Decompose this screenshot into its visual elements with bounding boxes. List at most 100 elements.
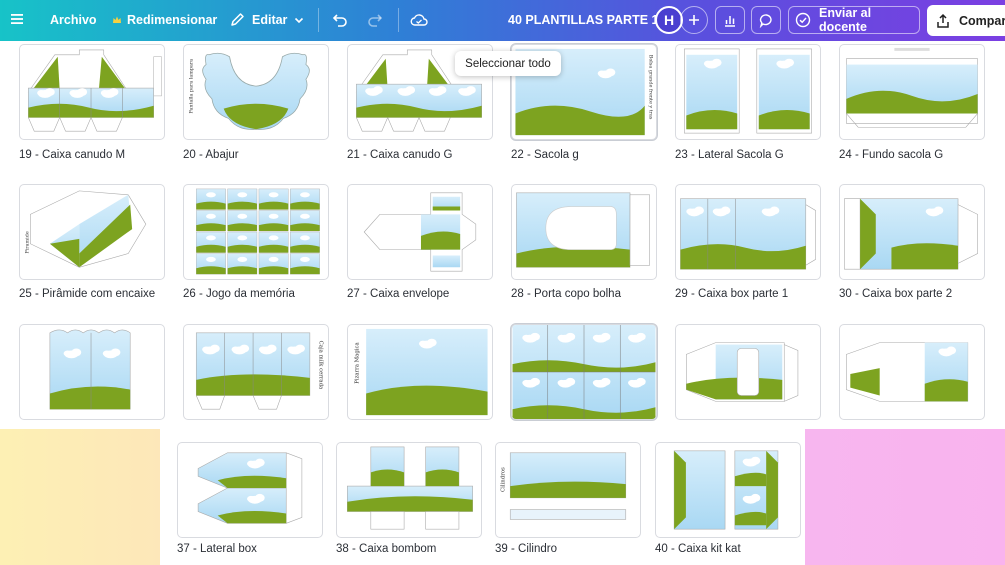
comments-button[interactable] [751,6,781,34]
box-preview [846,342,969,402]
memory-card-grass [196,266,226,275]
thumb-text: Cilindros [500,467,506,492]
kitkat-box-preview [673,450,779,530]
cloud-icon [206,192,216,198]
comment-icon [759,13,774,28]
template-thumbnail[interactable] [675,324,821,420]
pyramid-preview: Piramide [24,190,147,268]
template-thumbnail[interactable] [511,184,657,280]
toolbar-divider [398,8,399,32]
template-label: 27 - Caixa envelope [347,288,450,300]
template-thumbnail[interactable] [655,442,801,538]
cloud-check-icon [410,12,428,28]
box-preview [686,342,799,402]
template-thumbnail[interactable]: Pantalla para lampara [183,44,329,140]
template-thumbnail[interactable] [511,324,657,420]
send-to-teacher-button[interactable]: Enviar al docente [788,6,920,34]
edit-label: Editar [252,12,288,27]
template-thumbnail[interactable] [839,44,985,140]
avatar-initial: H [663,12,675,28]
memory-card-grass [258,266,289,275]
lampshade-preview: Pantalla para lampara [188,52,310,130]
memory-card-grass [196,223,226,232]
cloud-icon [206,235,216,241]
template-thumbnail[interactable] [183,184,329,280]
cloud-icon [237,192,248,198]
thumb-text: Piramide [24,231,30,253]
template-thumbnail[interactable] [347,184,493,280]
template-label: 39 - Cilindro [495,543,557,555]
template-label: 38 - Caixa bombom [336,543,437,555]
template-label: 21 - Caixa canudo G [347,149,453,161]
memory-card-grass [227,201,257,210]
template-thumbnail[interactable] [839,324,985,420]
template-label: 37 - Lateral box [177,543,257,555]
pencil-icon [230,12,245,27]
template-thumbnail[interactable]: Piramide [19,184,165,280]
template-label: 19 - Caixa canudo M [19,149,126,161]
share-label: Comparti [959,13,1005,28]
cloud-icon [237,213,248,219]
cloud-icon [237,256,248,262]
thumb-text: Pizarra Magica [354,341,360,383]
memory-card-grass [227,223,257,232]
memory-card-grass [196,244,226,253]
undo-button[interactable] [332,12,348,28]
memory-card-grass [258,244,289,253]
template-thumbnail[interactable] [839,184,985,280]
envelope-box-preview [363,192,477,272]
redo-icon [367,12,383,28]
box-part1-preview [680,198,816,270]
check-circle-icon [795,12,811,28]
file-menu-button[interactable]: Archivo [50,13,97,27]
template-label: 40 - Caixa kit kat [655,543,741,555]
undo-icon [332,12,348,28]
redo-button[interactable] [367,12,383,28]
insights-button[interactable] [715,6,745,34]
edit-mode-button[interactable]: Editar [230,12,304,27]
template-label: 23 - Lateral Sacola G [675,149,784,161]
template-label: 28 - Porta copo bolha [511,288,621,300]
cloud-icon [300,192,310,198]
magic-board-preview: Pizarra Magica [354,328,488,416]
memory-card-grass [290,244,320,253]
cloud-save-button[interactable] [410,12,428,28]
menu-button[interactable] [10,12,24,26]
template-label: 22 - Sacola g [511,149,579,161]
template-thumbnail[interactable] [177,442,323,538]
box-preview [49,329,131,410]
template-label: 25 - Pirâmide com encaixe [19,288,156,300]
template-thumbnail[interactable] [675,184,821,280]
thumb-text: Caja milk cerrada [318,341,324,390]
box-part2-preview [844,198,978,270]
user-avatar[interactable]: H [655,6,683,34]
cup-holder-preview [516,192,650,268]
template-thumbnail[interactable] [675,44,821,140]
add-collaborator-button[interactable] [680,6,708,34]
template-thumbnail[interactable]: Cilindros [495,442,641,538]
cloud-icon [300,235,310,241]
cloud-icon [268,192,279,198]
milk-box-preview: Caja milk cerrada [195,332,324,410]
share-button[interactable]: Comparti [927,5,1005,36]
resize-label: Redimensionar [127,13,218,27]
template-thumbnail[interactable]: Caja milk cerrada [183,324,329,420]
resize-button[interactable]: Redimensionar [112,13,217,27]
template-thumbnail[interactable] [19,44,165,140]
side-box-preview [197,452,303,524]
template-label: 30 - Caixa box parte 2 [839,288,953,300]
bag-bottom-preview [846,47,978,128]
design-title[interactable]: 40 PLANTILLAS PARTE 1 [508,13,658,27]
template-thumbnail[interactable]: Pizarra Magica [347,324,493,420]
template-thumbnail[interactable] [336,442,482,538]
thumb-text: Bolsa grande frente y tras [648,55,654,120]
template-thumbnail[interactable] [19,324,165,420]
memory-card-grass [290,201,320,210]
hamburger-icon [10,12,24,26]
bag-side-preview [684,48,812,134]
tooltip-text: Seleccionar todo [465,57,551,70]
plus-icon [688,14,700,26]
memory-card-grass [290,223,320,232]
yellow-gradient-panel [0,429,160,565]
design-title-text: 40 PLANTILLAS PARTE 1 [508,13,659,27]
